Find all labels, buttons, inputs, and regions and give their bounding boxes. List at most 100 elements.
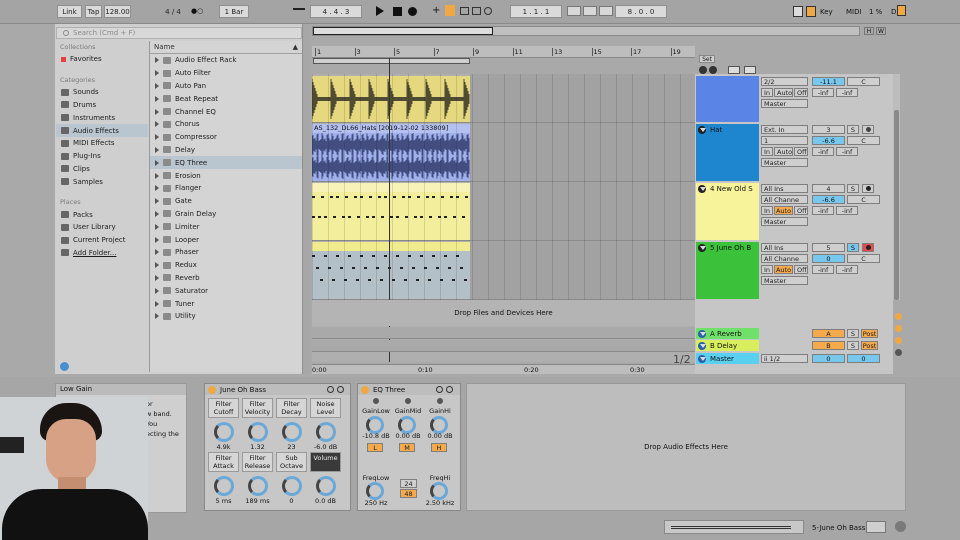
send-a[interactable]: -inf (812, 147, 834, 156)
track-volume[interactable]: 0 (812, 254, 845, 263)
expand-icon[interactable] (155, 146, 159, 153)
expand-icon[interactable] (155, 262, 159, 269)
master-volume[interactable]: 0 (812, 354, 845, 363)
browser-item[interactable]: Delay (150, 144, 302, 157)
browser-item[interactable]: Phaser (150, 246, 302, 259)
category-clips[interactable]: Clips (56, 163, 148, 176)
track-pan[interactable]: C (847, 254, 880, 263)
name-column-header[interactable]: Name ▲ (150, 41, 302, 54)
browser-item[interactable]: Erosion (150, 169, 302, 182)
overview-bar[interactable] (312, 26, 860, 36)
monitor-auto[interactable]: Auto (774, 88, 793, 97)
draw-toggle-icon[interactable] (728, 66, 740, 74)
menu-icon[interactable] (897, 5, 906, 16)
send-a[interactable]: -inf (812, 265, 834, 274)
audio-clip-hats[interactable]: AS_132_DL66_Hats [2019-12-02 133809] (312, 124, 470, 181)
monitor-off[interactable]: Off (794, 147, 808, 156)
band-toggle-button[interactable]: L (367, 443, 383, 452)
output-select[interactable]: Master (761, 99, 808, 108)
fold-icon[interactable] (698, 126, 706, 134)
send-a[interactable]: -inf (812, 206, 834, 215)
place-user-library[interactable]: User Library (56, 221, 148, 234)
track-volume[interactable]: -6.6 (812, 195, 845, 204)
browser-item[interactable]: Chorus (150, 118, 302, 131)
browser-item[interactable]: Auto Filter (150, 67, 302, 80)
link-button[interactable]: Link (57, 5, 82, 18)
post-button[interactable]: Post (861, 329, 878, 338)
expand-icon[interactable] (155, 57, 159, 64)
expand-icon[interactable] (155, 159, 159, 166)
add-folder[interactable]: Add Folder... (56, 247, 148, 260)
overview-window[interactable] (313, 27, 493, 35)
expand-icon[interactable] (155, 121, 159, 128)
macro-knob[interactable] (248, 476, 268, 496)
send-b[interactable]: -inf (836, 88, 858, 97)
monitor-auto[interactable]: Auto (774, 265, 793, 274)
prev-locator-icon[interactable] (699, 66, 707, 74)
category-sounds[interactable]: Sounds (56, 86, 148, 99)
device-map-icon[interactable] (337, 386, 344, 393)
place-current-project[interactable]: Current Project (56, 234, 148, 247)
loop-switch-icon[interactable] (583, 6, 597, 16)
info-toggle-icon[interactable] (60, 362, 69, 371)
track-activator[interactable]: 5 (812, 243, 845, 252)
w-toggle[interactable]: W (876, 27, 886, 35)
browser-item[interactable]: Saturator (150, 284, 302, 297)
output-select[interactable]: Master (761, 217, 808, 226)
output-select[interactable]: Master (761, 276, 808, 285)
monitor-in[interactable]: In (761, 206, 773, 215)
post-button[interactable]: Post (861, 341, 878, 350)
browser-divider[interactable] (303, 24, 311, 374)
band-toggle-button[interactable]: H (431, 443, 447, 452)
return-a-activator[interactable]: A (812, 329, 845, 338)
solo-button[interactable]: S (847, 341, 859, 350)
midi-clip-4[interactable] (312, 242, 470, 299)
side-indicator-icon[interactable] (895, 337, 902, 344)
device-on-icon[interactable] (361, 385, 369, 394)
computer-keyboard-icon[interactable] (806, 6, 816, 17)
midi-map-button[interactable]: MIDI (846, 8, 862, 16)
slope-button[interactable]: 48 (400, 489, 417, 498)
send-a[interactable]: -inf (812, 88, 834, 97)
input-type-select[interactable]: All Ins (761, 184, 808, 193)
expand-icon[interactable] (155, 313, 159, 320)
loop-icon[interactable] (460, 7, 469, 15)
output-select[interactable]: Master (761, 158, 808, 167)
master-header[interactable]: Master (696, 353, 759, 364)
drop-zone[interactable]: Drop Files and Devices Here (312, 300, 695, 326)
expand-icon[interactable] (155, 274, 159, 281)
freqlow-knob[interactable] (366, 482, 384, 500)
expand-icon[interactable] (155, 82, 159, 89)
play-icon[interactable] (698, 341, 706, 350)
category-drums[interactable]: Drums (56, 99, 148, 112)
expand-icon[interactable] (155, 236, 159, 243)
browser-item[interactable]: Grain Delay (150, 208, 302, 221)
track-header-1[interactable] (696, 76, 759, 122)
solo-button[interactable]: S (847, 329, 859, 338)
input-channel-select[interactable]: All Channe (761, 195, 808, 204)
draw-mode-icon[interactable] (793, 6, 803, 17)
slope-button[interactable]: 24 (400, 479, 417, 488)
automation-arm-button[interactable] (445, 5, 455, 16)
browser-item[interactable]: Beat Repeat (150, 92, 302, 105)
send-b[interactable]: -inf (836, 147, 858, 156)
browser-item[interactable]: Limiter (150, 220, 302, 233)
expand-icon[interactable] (155, 287, 159, 294)
follow-icon[interactable] (293, 8, 305, 14)
expand-icon[interactable] (155, 172, 159, 179)
track-header-3[interactable]: 4 New Old S (696, 183, 759, 240)
device-save-icon[interactable] (327, 386, 334, 393)
expand-icon[interactable] (155, 198, 159, 205)
metronome-button[interactable]: ●○ (191, 7, 203, 15)
master-pan[interactable]: 0 (847, 354, 880, 363)
monitor-in[interactable]: In (761, 265, 773, 274)
device-save-icon[interactable] (436, 386, 443, 393)
input-type-select[interactable]: Ext. In (761, 125, 808, 134)
track-volume[interactable]: -11.1 (812, 77, 845, 86)
category-audio-effects[interactable]: Audio Effects (56, 124, 148, 137)
device-map-icon[interactable] (446, 386, 453, 393)
send-b[interactable]: -inf (836, 206, 858, 215)
expand-icon[interactable] (155, 95, 159, 102)
set-button[interactable]: Set (699, 55, 715, 63)
monitor-in[interactable]: In (761, 88, 773, 97)
